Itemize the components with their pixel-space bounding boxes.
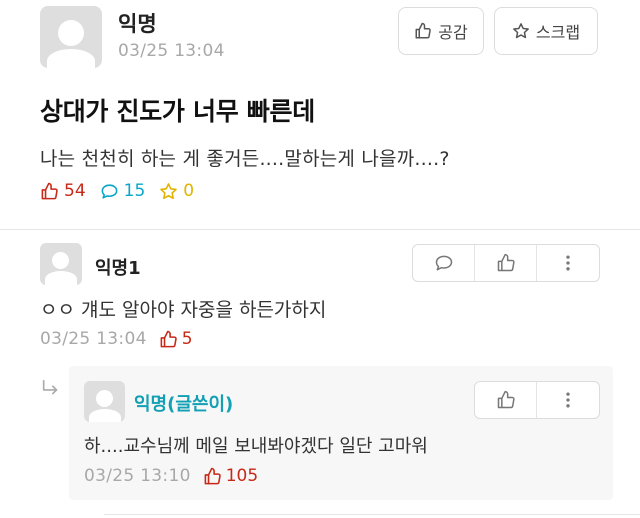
thumbs-up-icon — [496, 253, 516, 273]
bottom-divider — [104, 514, 640, 515]
like-count: 54 — [64, 181, 86, 201]
star-icon — [512, 22, 530, 40]
thumbs-up-icon — [414, 22, 432, 40]
reply-actions — [474, 381, 600, 419]
reply-meta: 03/25 13:10 105 — [84, 466, 258, 486]
thumbs-up-icon — [496, 390, 516, 410]
reply-button[interactable] — [413, 245, 475, 281]
post-body: 나는 천천히 하는 게 좋거든....말하는게 나을까....? — [40, 148, 450, 170]
scrap-count: 0 — [183, 181, 195, 201]
comment-like-button[interactable] — [475, 245, 537, 281]
reply-like-button[interactable] — [475, 382, 537, 418]
reply-author: 익명(글쓴이) — [134, 394, 234, 415]
comment-meta: 03/25 13:04 5 — [40, 329, 193, 349]
thumbs-up-icon — [40, 182, 59, 201]
more-vertical-icon — [558, 253, 578, 273]
comment-count-stat: 15 — [100, 181, 146, 201]
comment-like-number: 5 — [181, 329, 193, 349]
reply-like-number: 105 — [225, 466, 259, 486]
thumbs-up-icon — [159, 330, 178, 349]
thumbs-up-icon — [203, 467, 222, 486]
reply-time: 03/25 13:10 — [84, 466, 191, 486]
like-count-stat: 54 — [40, 181, 86, 201]
section-divider — [0, 229, 640, 230]
post-title: 상대가 진도가 너무 빠른데 — [40, 97, 315, 126]
reply-arrow-icon — [40, 378, 62, 400]
comment-like-count: 5 — [159, 329, 193, 349]
like-button-label: 공감 — [438, 23, 468, 42]
post-stats: 54 15 0 — [40, 181, 208, 201]
comment-time: 03/25 13:04 — [40, 329, 147, 349]
reply-text: 하....교수님께 메일 보내봐야겠다 일단 고마워 — [84, 436, 428, 457]
comment-more-button[interactable] — [537, 245, 599, 281]
post-author-avatar — [40, 6, 102, 68]
reply-like-count: 105 — [203, 466, 258, 486]
speech-bubble-icon — [100, 182, 119, 201]
post-author: 익명 — [118, 12, 157, 36]
post-time: 03/25 13:04 — [118, 41, 225, 61]
scrap-button[interactable]: 스크랩 — [494, 7, 598, 55]
comment-actions — [412, 244, 600, 282]
scrap-button-label: 스크랩 — [535, 23, 581, 42]
reply-more-button[interactable] — [537, 382, 599, 418]
comment-author-avatar — [40, 243, 82, 285]
star-icon — [159, 182, 178, 201]
reply-author-avatar — [84, 381, 125, 422]
comment-author: 익명1 — [95, 258, 141, 279]
scrap-count-stat: 0 — [159, 181, 194, 201]
speech-bubble-icon — [434, 253, 454, 273]
comment-count: 15 — [123, 181, 146, 201]
like-button[interactable]: 공감 — [398, 7, 484, 55]
more-vertical-icon — [558, 390, 578, 410]
comment-text: ㅇㅇ 걔도 알아야 자중을 하든가하지 — [40, 299, 327, 321]
